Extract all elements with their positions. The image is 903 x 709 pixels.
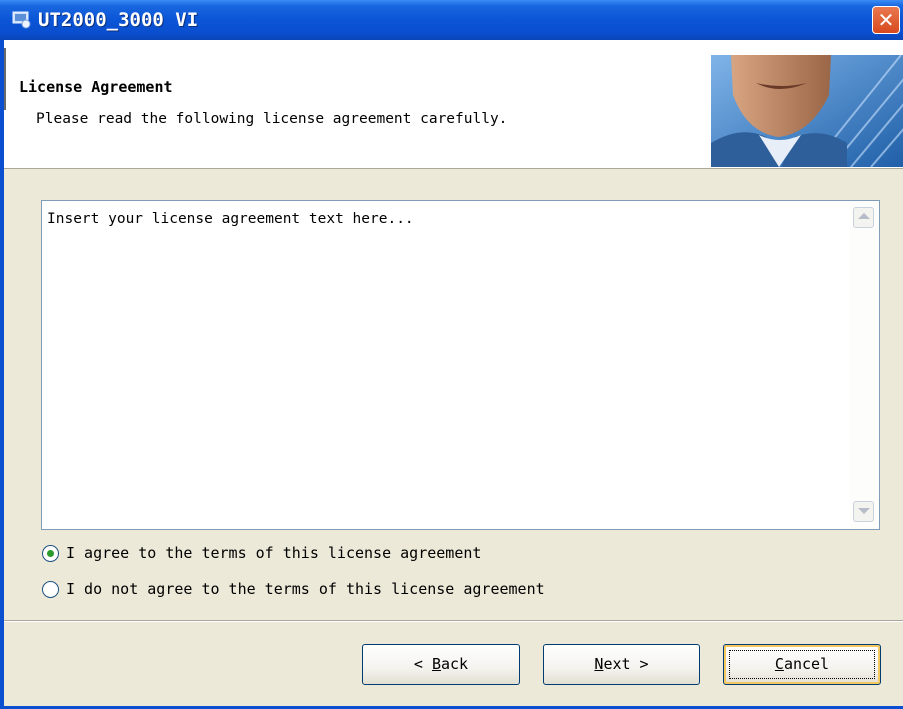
- next-rest: ext >: [603, 655, 649, 673]
- title-bar[interactable]: UT2000_3000 VI ✕: [0, 0, 903, 40]
- back-rest: ack: [441, 655, 469, 673]
- agree-radio[interactable]: [42, 544, 59, 562]
- scroll-up-button[interactable]: [853, 207, 874, 228]
- focus-rectangle: [729, 650, 875, 679]
- agree-label[interactable]: I agree to the terms of this license agr…: [66, 544, 481, 562]
- installer-window: UT2000_3000 VI ✕ License Agreement Pleas…: [0, 0, 903, 709]
- page-title: License Agreement: [19, 78, 173, 96]
- edge-mark: [4, 48, 6, 110]
- license-textbox[interactable]: Insert your license agreement text here.…: [41, 200, 880, 530]
- wizard-header: License Agreement Please read the follow…: [4, 40, 903, 169]
- back-prefix: <: [413, 655, 432, 673]
- agree-option[interactable]: I agree to the terms of this license agr…: [42, 544, 481, 562]
- page-subtitle: Please read the following license agreem…: [36, 111, 508, 127]
- cancel-button[interactable]: Cancel: [723, 644, 881, 685]
- back-mnemonic: B: [431, 655, 441, 673]
- disagree-option[interactable]: I do not agree to the terms of this lice…: [42, 580, 545, 598]
- close-icon[interactable]: ✕: [872, 6, 900, 34]
- next-button[interactable]: Next >: [543, 644, 700, 685]
- separator: [4, 620, 903, 622]
- radio-selected-dot: [47, 549, 54, 557]
- back-button[interactable]: < Back: [362, 644, 520, 685]
- license-text: Insert your license agreement text here.…: [47, 211, 414, 227]
- disagree-label[interactable]: I do not agree to the terms of this lice…: [66, 580, 545, 598]
- window-title: UT2000_3000 VI: [38, 9, 199, 31]
- disagree-radio[interactable]: [42, 580, 59, 598]
- header-photo: [711, 55, 903, 167]
- app-icon: [12, 11, 31, 29]
- vertical-scrollbar[interactable]: [850, 201, 879, 529]
- scroll-down-icon: [858, 508, 870, 514]
- scroll-up-icon: [858, 213, 870, 219]
- scroll-down-button[interactable]: [853, 501, 874, 522]
